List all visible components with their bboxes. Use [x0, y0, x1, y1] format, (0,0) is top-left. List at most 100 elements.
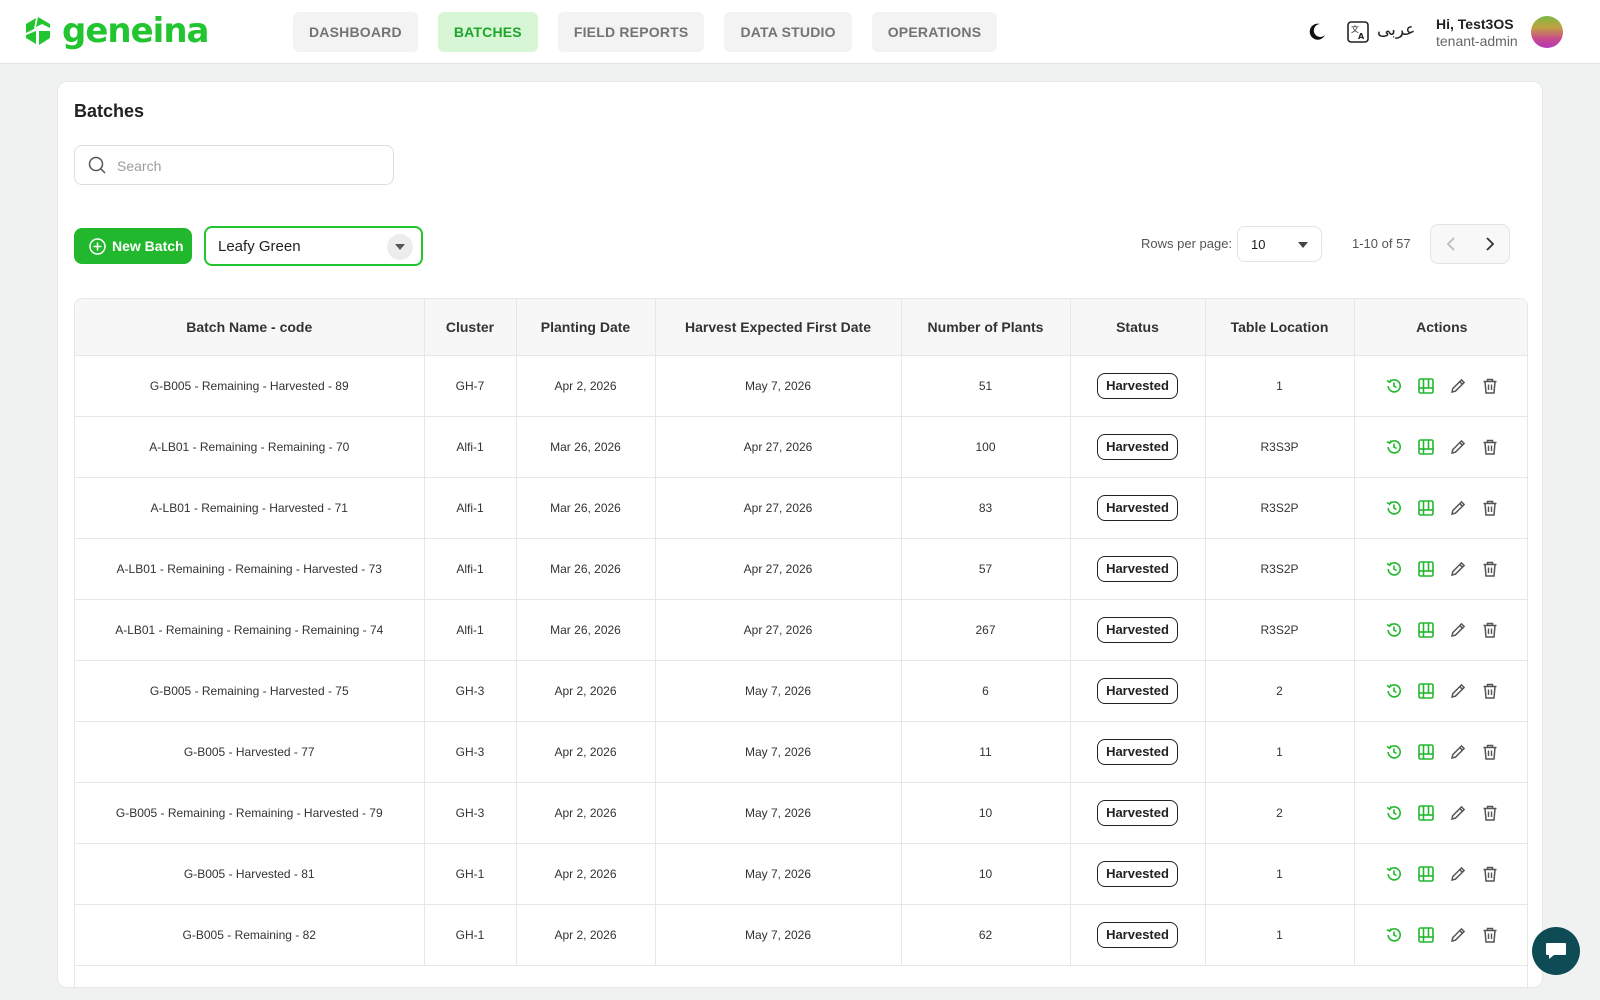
delete-button[interactable]	[1480, 559, 1500, 579]
edit-button[interactable]	[1448, 864, 1468, 884]
table-view-button[interactable]	[1416, 803, 1436, 823]
history-button[interactable]	[1384, 681, 1404, 701]
table-location-cell: 1	[1205, 721, 1355, 783]
column-header-actions: Actions	[1354, 299, 1527, 356]
history-button[interactable]	[1384, 803, 1404, 823]
language-switch[interactable]: عربى	[1377, 20, 1415, 40]
table-view-icon	[1417, 622, 1434, 638]
cluster-cell: GH-3	[424, 721, 517, 783]
status-badge: Harvested	[1097, 373, 1178, 399]
history-button[interactable]	[1384, 742, 1404, 762]
plants-count-cell: 51	[901, 355, 1071, 417]
delete-button[interactable]	[1480, 803, 1500, 823]
edit-button[interactable]	[1448, 742, 1468, 762]
search-input[interactable]	[115, 154, 379, 178]
column-header-number-of-plants[interactable]: Number of Plants	[901, 299, 1071, 356]
table-row[interactable]: A-LB01 - Remaining - Remaining - 70 Alfi-…	[75, 416, 1527, 478]
table-view-button[interactable]	[1416, 376, 1436, 396]
history-button[interactable]	[1384, 925, 1404, 945]
column-header-batch-name[interactable]: Batch Name - code	[75, 299, 425, 356]
tab-data-studio[interactable]: DATA STUDIO	[724, 12, 852, 52]
table-view-button[interactable]	[1416, 925, 1436, 945]
history-button[interactable]	[1384, 864, 1404, 884]
table-row[interactable]: G-B005 - Remaining - Harvested - 75 GH-3 A…	[75, 660, 1527, 722]
table-row[interactable]: A-LB01 - Remaining - Remaining - Remaini…	[75, 599, 1527, 661]
edit-button[interactable]	[1448, 803, 1468, 823]
status-badge: Harvested	[1097, 434, 1178, 460]
delete-button[interactable]	[1480, 498, 1500, 518]
crop-type-select[interactable]: Leafy Green	[204, 226, 423, 266]
table-location-cell: 2	[1205, 782, 1355, 844]
cluster-cell: Alfi-1	[424, 599, 517, 661]
table-row[interactable]: A-LB01 - Remaining - Harvested - 71 Alfi-…	[75, 477, 1527, 539]
chevron-left-icon	[1446, 237, 1455, 251]
edit-button[interactable]	[1448, 681, 1468, 701]
table-view-button[interactable]	[1416, 437, 1436, 457]
edit-button[interactable]	[1448, 620, 1468, 640]
avatar[interactable]	[1531, 16, 1563, 48]
history-button[interactable]	[1384, 376, 1404, 396]
delete-button[interactable]	[1480, 925, 1500, 945]
table-view-button[interactable]	[1416, 681, 1436, 701]
edit-button[interactable]	[1448, 498, 1468, 518]
column-header-harvest-date[interactable]: Harvest Expected First Date	[655, 299, 902, 356]
next-page-button[interactable]	[1470, 225, 1509, 263]
tab-operations[interactable]: OPERATIONS	[871, 12, 998, 52]
table-row[interactable]: G-B005 - Remaining - 82 GH-1 Apr 2, 2026 Ma…	[75, 904, 1527, 966]
table-row[interactable]: G-B005 - Remaining - Remaining - Harvest…	[75, 782, 1527, 844]
delete-icon	[1483, 744, 1497, 760]
table-header-row: Batch Name - code Cluster Planting Date …	[75, 299, 1527, 356]
history-button[interactable]	[1384, 437, 1404, 457]
table-row[interactable]: G-B005 - Harvested - 81 GH-1 Apr 2, 2026 Ma…	[75, 843, 1527, 905]
batch-name-cell: A-LB01 - Remaining - Remaining - 70	[75, 416, 425, 478]
delete-button[interactable]	[1480, 376, 1500, 396]
edit-button[interactable]	[1448, 559, 1468, 579]
delete-button[interactable]	[1480, 437, 1500, 457]
plants-count-cell: 11	[901, 721, 1071, 783]
chevron-down-icon[interactable]	[387, 234, 413, 260]
table-row[interactable]: G-B005 - Harvested - 77 GH-3 Apr 2, 2026 Ma…	[75, 721, 1527, 783]
page-title: Batches	[74, 101, 145, 121]
harvest-date-cell: May 7, 2026	[655, 660, 902, 722]
table-row[interactable]: A-LB01 - Remaining - Remaining - Harvest…	[75, 538, 1527, 600]
chat-icon	[1546, 943, 1566, 959]
tab-batches[interactable]: BATCHES	[437, 12, 538, 52]
moon-icon[interactable]	[1307, 22, 1327, 42]
table-view-button[interactable]	[1416, 559, 1436, 579]
edit-button[interactable]	[1448, 437, 1468, 457]
status-cell: Harvested	[1070, 782, 1206, 844]
table-row[interactable]: G-B005 - Remaining - Harvested - 89 GH-7 A…	[75, 355, 1527, 417]
history-button[interactable]	[1384, 559, 1404, 579]
edit-button[interactable]	[1448, 925, 1468, 945]
geneina-logo[interactable]: geneina	[24, 13, 209, 49]
tab-field-reports[interactable]: FIELD REPORTS	[557, 12, 705, 52]
table-view-button[interactable]	[1416, 498, 1436, 518]
delete-button[interactable]	[1480, 864, 1500, 884]
tab-dashboard[interactable]: DASHBOARD	[293, 12, 418, 52]
column-header-planting-date[interactable]: Planting Date	[516, 299, 656, 356]
new-batch-button[interactable]: New Batch	[74, 228, 192, 264]
edit-button[interactable]	[1448, 376, 1468, 396]
prev-page-button[interactable]	[1431, 225, 1470, 263]
delete-button[interactable]	[1480, 742, 1500, 762]
edit-icon	[1450, 683, 1465, 699]
translate-icon[interactable]: 文 A	[1347, 21, 1369, 43]
delete-button[interactable]	[1480, 620, 1500, 640]
table-view-button[interactable]	[1416, 742, 1436, 762]
status-badge: Harvested	[1097, 861, 1178, 887]
delete-icon	[1483, 866, 1497, 882]
chat-support-button[interactable]	[1532, 927, 1580, 975]
history-button[interactable]	[1384, 620, 1404, 640]
column-header-table-location[interactable]: Table Location	[1205, 299, 1355, 356]
edit-icon	[1450, 561, 1465, 577]
planting-date-cell: Apr 2, 2026	[516, 660, 656, 722]
column-header-cluster[interactable]: Cluster	[424, 299, 517, 356]
table-view-button[interactable]	[1416, 620, 1436, 640]
delete-button[interactable]	[1480, 681, 1500, 701]
delete-icon	[1483, 927, 1497, 943]
history-button[interactable]	[1384, 498, 1404, 518]
rows-per-page-select[interactable]: 10	[1237, 226, 1322, 262]
table-view-button[interactable]	[1416, 864, 1436, 884]
column-header-status[interactable]: Status	[1070, 299, 1206, 356]
harvest-date-cell: May 7, 2026	[655, 721, 902, 783]
